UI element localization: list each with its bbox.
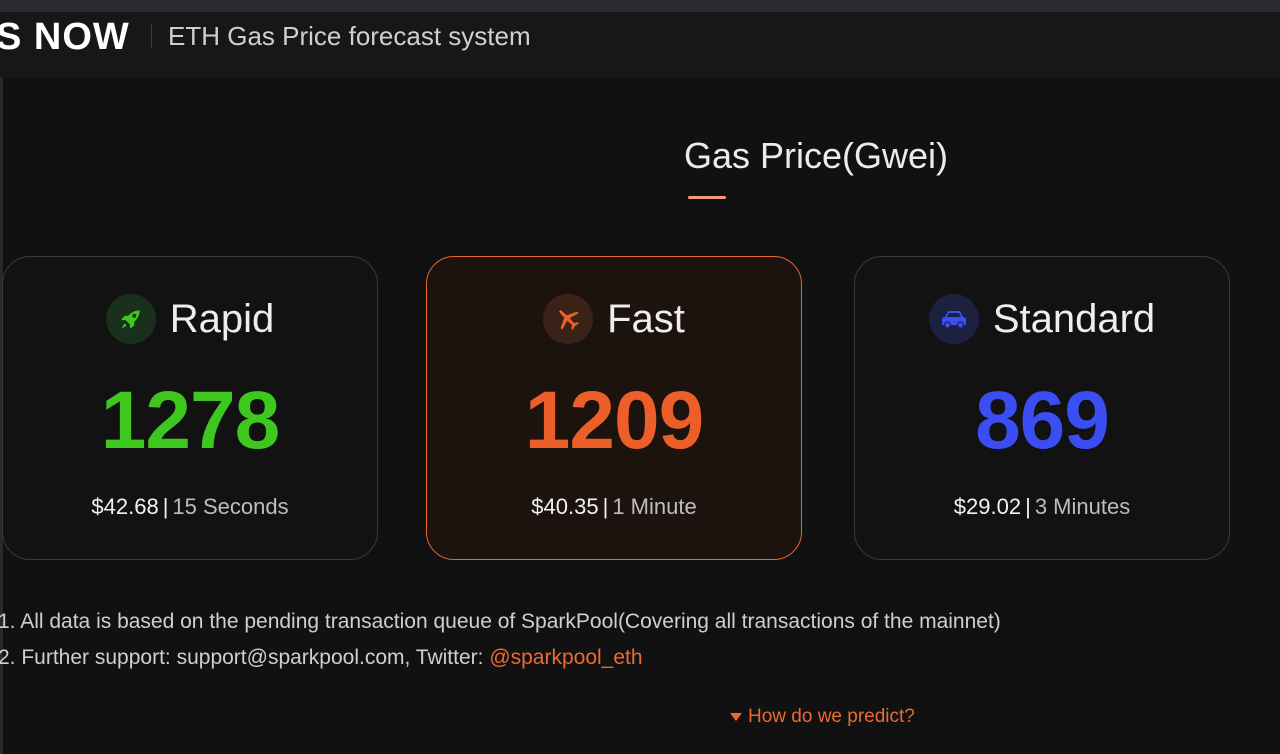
card-meta: $42.68 | 15 Seconds [3,493,377,521]
usd-cost: $29.02 [953,494,1022,519]
section-title: Gas Price(Gwei) [684,135,949,176]
card-label: Rapid [169,297,275,341]
site-logo[interactable]: S NOW [0,14,130,60]
title-underline [688,196,726,199]
card-meta: $40.35 | 1 Minute [427,493,801,521]
confirm-time: 3 Minutes [1034,494,1131,519]
card-label: Fast [607,297,685,341]
card-meta: $29.02 | 3 Minutes [855,493,1229,521]
note-line-2-text: 2. Further support: support@sparkpool.co… [0,646,490,669]
usd-cost: $40.35 [531,494,599,519]
gas-price-value: 869 [975,375,1110,466]
confirm-time: 1 Minute [612,494,697,519]
window-top-strip [0,0,1280,12]
confirm-time: 15 Seconds [172,494,289,519]
note-line-1: 1. All data is based on the pending tran… [0,610,1001,633]
card-label: Standard [992,297,1156,341]
card-header: Standard [855,293,1229,345]
usd-cost: $42.68 [91,494,159,519]
gas-price-value: 1209 [524,375,704,466]
meta-separator: | [162,494,169,519]
card-header: Rapid [3,293,377,345]
note-line-2: 2. Further support: support@sparkpool.co… [0,640,1001,676]
gas-card-fast[interactable]: Fast 1209 $40.35 | 1 Minute [426,256,802,560]
gas-card-rapid[interactable]: Rapid 1278 $42.68 | 15 Seconds [2,256,378,560]
meta-separator: | [602,494,609,519]
airplane-icon [543,294,594,344]
notes: 1. All data is based on the pending tran… [0,604,1001,676]
gas-price-value: 1278 [100,375,280,466]
card-header: Fast [427,293,801,345]
header-bar: S NOW ETH Gas Price forecast system [0,12,1280,78]
site-tagline: ETH Gas Price forecast system [168,21,531,51]
car-icon [928,294,979,344]
caret-down-icon [730,713,742,721]
gas-card-standard[interactable]: Standard 869 $29.02 | 3 Minutes [854,256,1230,560]
header-divider [151,24,152,48]
how-do-we-predict-link[interactable]: How do we predict? [730,705,915,729]
meta-separator: | [1025,494,1031,519]
rocket-icon [105,294,156,344]
predict-link-label: How do we predict? [748,706,915,727]
twitter-link[interactable]: @sparkpool_eth [489,646,642,669]
